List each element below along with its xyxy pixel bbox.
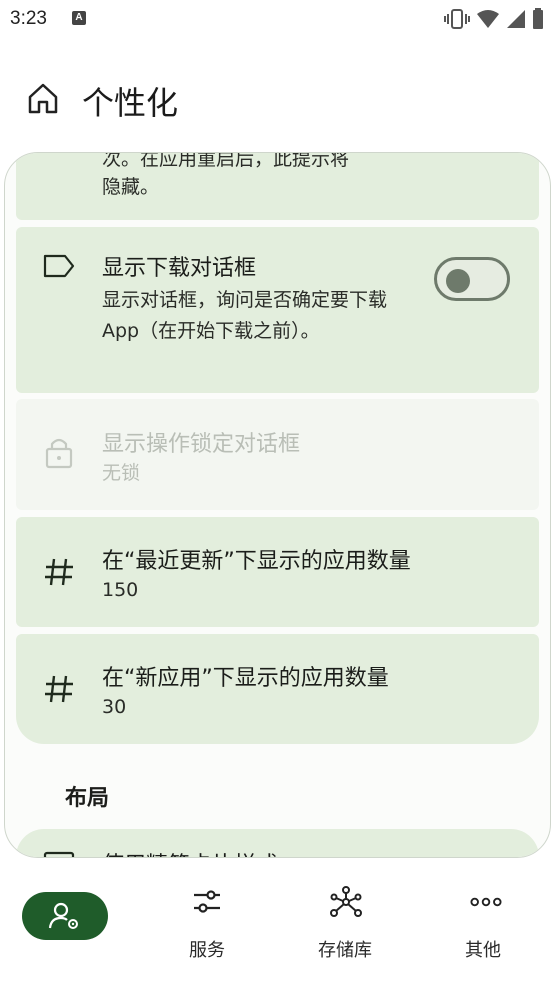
- hash-icon: [45, 675, 73, 703]
- card-layout-icon: [43, 851, 75, 857]
- desc-line: 隐藏。: [102, 176, 160, 198]
- settings-item-desc: 次。在应用重启后，此提示将 隐藏。: [102, 152, 402, 201]
- app-header: 个性化: [0, 60, 554, 140]
- signal-icon: [507, 10, 525, 28]
- vibrate-icon: [444, 9, 470, 29]
- hub-icon: [330, 886, 362, 917]
- label-icon: [43, 254, 75, 278]
- page-title: 个性化: [82, 84, 179, 122]
- nav-item-personal[interactable]: [0, 870, 138, 970]
- hash-icon: [45, 558, 73, 586]
- desc-line: 次。在应用重启后，此提示将: [102, 152, 350, 170]
- user-settings-icon: [48, 902, 78, 929]
- settings-item-lock-dialog: 显示操作锁定对话框 无锁: [16, 399, 539, 510]
- nav-label: 服务: [189, 940, 225, 961]
- nav-item-services[interactable]: 服务: [138, 870, 276, 970]
- settings-item-partial[interactable]: 次。在应用重启后，此提示将 隐藏。: [16, 152, 539, 220]
- settings-item-new-apps-count[interactable]: 在“新应用”下显示的应用数量 30: [16, 634, 539, 744]
- toggle-knob: [446, 269, 470, 293]
- settings-item-title: 显示操作锁定对话框: [102, 432, 301, 457]
- battery-icon: [533, 8, 543, 29]
- settings-item-title: 在“最近更新”下显示的应用数量: [102, 549, 411, 574]
- show-download-dialog-toggle[interactable]: [434, 257, 510, 301]
- settings-item-partial-next[interactable]: 使用精简卡片样式: [16, 829, 539, 857]
- lock-icon: [45, 438, 73, 469]
- nav-item-repositories[interactable]: 存储库: [276, 870, 414, 970]
- notification-a-icon: A: [72, 11, 86, 25]
- bottom-navigation: 服务 存储库 其他: [0, 870, 554, 984]
- sliders-icon: [194, 890, 220, 913]
- settings-item-recent-updates-count[interactable]: 在“最近更新”下显示的应用数量 150: [16, 517, 539, 627]
- status-bar: 3:23 A: [0, 0, 554, 40]
- settings-item-value: 30: [102, 696, 127, 718]
- settings-item-desc: 显示对话框，询问是否确定要下载 App（在开始下载之前）。: [102, 289, 388, 342]
- settings-item-desc: 无锁: [102, 462, 141, 484]
- settings-list[interactable]: 次。在应用重启后，此提示将 隐藏。 显示下载对话框 显示对话框，询问是否确定要下…: [4, 152, 551, 858]
- wifi-icon: [477, 10, 499, 28]
- nav-label: 其他: [465, 940, 501, 961]
- settings-item-show-download-dialog[interactable]: 显示下载对话框 显示对话框，询问是否确定要下载 App（在开始下载之前）。: [16, 227, 539, 393]
- settings-item-title: 使用精简卡片样式: [102, 847, 278, 857]
- more-horiz-icon: [470, 897, 502, 907]
- status-time: 3:23: [10, 8, 47, 29]
- nav-label: 存储库: [318, 940, 372, 961]
- settings-item-title: 在“新应用”下显示的应用数量: [102, 666, 389, 691]
- section-header-layout: 布局: [65, 786, 110, 811]
- nav-item-more[interactable]: 其他: [414, 870, 552, 970]
- settings-item-title: 显示下载对话框: [102, 256, 257, 281]
- status-icons: [444, 8, 544, 30]
- home-icon[interactable]: [24, 80, 62, 118]
- settings-item-value: 150: [102, 579, 139, 601]
